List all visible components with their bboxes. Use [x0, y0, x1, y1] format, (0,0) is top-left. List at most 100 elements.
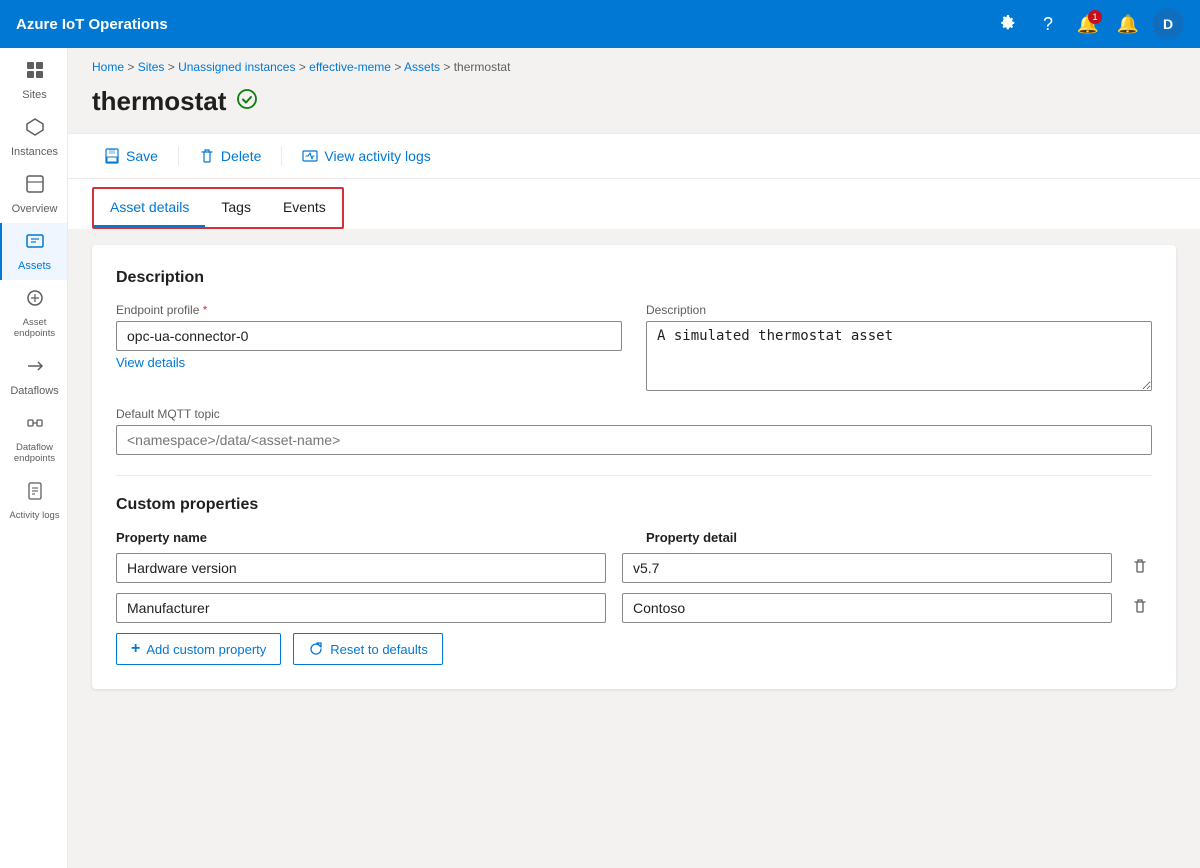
mqtt-topic-input[interactable] — [116, 425, 1152, 455]
sidebar-label-activity-logs: Activity logs — [9, 510, 59, 521]
assets-icon — [25, 231, 45, 256]
sidebar-label-overview: Overview — [12, 203, 58, 215]
alerts-icon-btn[interactable]: 🔔 — [1112, 8, 1144, 40]
toolbar: Save Delete View activity logs — [68, 133, 1200, 179]
property-name-input-1[interactable] — [116, 553, 606, 583]
trash-icon-2 — [1132, 598, 1148, 614]
dataflows-icon — [25, 356, 45, 381]
main-card: Description Endpoint profile * View deta… — [92, 245, 1176, 689]
sidebar-item-dataflows[interactable]: Dataflows — [0, 348, 67, 405]
mqtt-label: Default MQTT topic — [116, 407, 1152, 421]
property-detail-input-2[interactable] — [622, 593, 1112, 623]
tab-asset-details[interactable]: Asset details — [94, 189, 205, 227]
custom-prop-row-2 — [116, 593, 1152, 623]
property-detail-input-1[interactable] — [622, 553, 1112, 583]
trash-icon-1 — [1132, 558, 1148, 574]
notifications-icon-btn[interactable]: 🔔 1 — [1072, 8, 1104, 40]
sidebar-label-assets: Assets — [18, 260, 51, 272]
save-button[interactable]: Save — [92, 142, 170, 170]
main-layout: Sites Instances Overview Assets Asset en… — [0, 48, 1200, 868]
property-detail-header: Property detail — [646, 530, 1152, 545]
custom-properties-section: Custom properties Property name Property… — [116, 496, 1152, 665]
connected-status-icon — [236, 88, 258, 116]
property-name-header: Property name — [116, 530, 622, 545]
app-title: Azure IoT Operations — [16, 16, 992, 33]
save-label: Save — [126, 148, 158, 164]
sidebar-label-instances: Instances — [11, 146, 58, 158]
breadcrumb-unassigned[interactable]: Unassigned instances — [178, 60, 295, 74]
view-activity-button[interactable]: View activity logs — [290, 142, 442, 170]
description-label: Description — [646, 303, 1152, 317]
sidebar-item-dataflow-endpoints[interactable]: Dataflow endpoints — [0, 405, 67, 473]
help-icon: ? — [1043, 14, 1053, 35]
custom-properties-title: Custom properties — [116, 496, 1152, 514]
delete-label: Delete — [221, 148, 261, 164]
sidebar: Sites Instances Overview Assets Asset en… — [0, 48, 68, 868]
property-name-input-2[interactable] — [116, 593, 606, 623]
tab-tags[interactable]: Tags — [205, 189, 267, 227]
sidebar-label-dataflow-endpoints: Dataflow endpoints — [6, 442, 63, 465]
reset-defaults-button[interactable]: Reset to defaults — [293, 633, 443, 665]
toolbar-divider-1 — [178, 146, 179, 166]
tabs-wrapper: Asset details Tags Events — [92, 187, 344, 229]
sidebar-label-sites: Sites — [22, 89, 46, 101]
endpoint-profile-group: Endpoint profile * View details — [116, 303, 622, 391]
sidebar-label-dataflows: Dataflows — [10, 385, 58, 397]
sidebar-item-activity-logs[interactable]: Activity logs — [0, 473, 67, 529]
tab-events[interactable]: Events — [267, 189, 342, 227]
sidebar-item-asset-endpoints[interactable]: Asset endpoints — [0, 280, 67, 348]
toolbar-divider-2 — [281, 146, 282, 166]
mqtt-topic-group: Default MQTT topic — [116, 407, 1152, 455]
overview-icon — [25, 174, 45, 199]
endpoint-profile-label: Endpoint profile * — [116, 303, 622, 317]
breadcrumb-sites[interactable]: Sites — [138, 60, 165, 74]
view-details-link[interactable]: View details — [116, 355, 622, 370]
sidebar-label-asset-endpoints: Asset endpoints — [6, 317, 63, 340]
breadcrumb-effective-meme[interactable]: effective-meme — [309, 60, 391, 74]
activity-logs-icon — [25, 481, 45, 506]
instances-icon — [25, 117, 45, 142]
delete-button[interactable]: Delete — [187, 142, 273, 170]
content-area: Home > Sites > Unassigned instances > ef… — [68, 48, 1200, 868]
sites-icon — [25, 60, 45, 85]
plus-icon: + — [131, 640, 140, 658]
required-indicator: * — [203, 303, 208, 317]
notification-badge: 1 — [1088, 10, 1102, 24]
breadcrumb-assets[interactable]: Assets — [404, 60, 440, 74]
top-navigation: Azure IoT Operations ? 🔔 1 🔔 D — [0, 0, 1200, 48]
description-section: Description Endpoint profile * View deta… — [116, 269, 1152, 455]
settings-icon-btn[interactable] — [992, 8, 1024, 40]
description-section-title: Description — [116, 269, 1152, 287]
nav-icon-group: ? 🔔 1 🔔 D — [992, 8, 1184, 40]
action-buttons: + Add custom property Reset to defaults — [116, 633, 1152, 665]
description-group: Description A simulated thermostat asset — [646, 303, 1152, 391]
delete-icon — [199, 148, 215, 164]
endpoint-profile-input[interactable] — [116, 321, 622, 351]
alert-icon: 🔔 — [1117, 14, 1139, 35]
asset-endpoints-icon — [25, 288, 45, 313]
delete-row-1-button[interactable] — [1128, 554, 1152, 583]
custom-prop-row-1 — [116, 553, 1152, 583]
sidebar-item-assets[interactable]: Assets — [0, 223, 67, 280]
page-header: thermostat — [68, 78, 1200, 133]
view-activity-label: View activity logs — [324, 148, 430, 164]
form-row-top: Endpoint profile * View details Descript… — [116, 303, 1152, 391]
save-icon — [104, 148, 120, 164]
settings-icon — [999, 15, 1017, 33]
sidebar-item-overview[interactable]: Overview — [0, 166, 67, 223]
breadcrumb-home[interactable]: Home — [92, 60, 124, 74]
reset-icon — [308, 641, 324, 657]
help-icon-btn[interactable]: ? — [1032, 8, 1064, 40]
add-custom-property-button[interactable]: + Add custom property — [116, 633, 281, 665]
activity-icon — [302, 148, 318, 164]
sidebar-item-sites[interactable]: Sites — [0, 52, 67, 109]
add-custom-property-label: Add custom property — [146, 642, 266, 657]
breadcrumb: Home > Sites > Unassigned instances > ef… — [68, 48, 1200, 78]
page-title: thermostat — [92, 86, 226, 117]
custom-props-header: Property name Property detail — [116, 530, 1152, 545]
avatar[interactable]: D — [1152, 8, 1184, 40]
delete-row-2-button[interactable] — [1128, 594, 1152, 623]
description-textarea[interactable]: A simulated thermostat asset — [646, 321, 1152, 391]
sidebar-item-instances[interactable]: Instances — [0, 109, 67, 166]
reset-defaults-label: Reset to defaults — [330, 642, 428, 657]
